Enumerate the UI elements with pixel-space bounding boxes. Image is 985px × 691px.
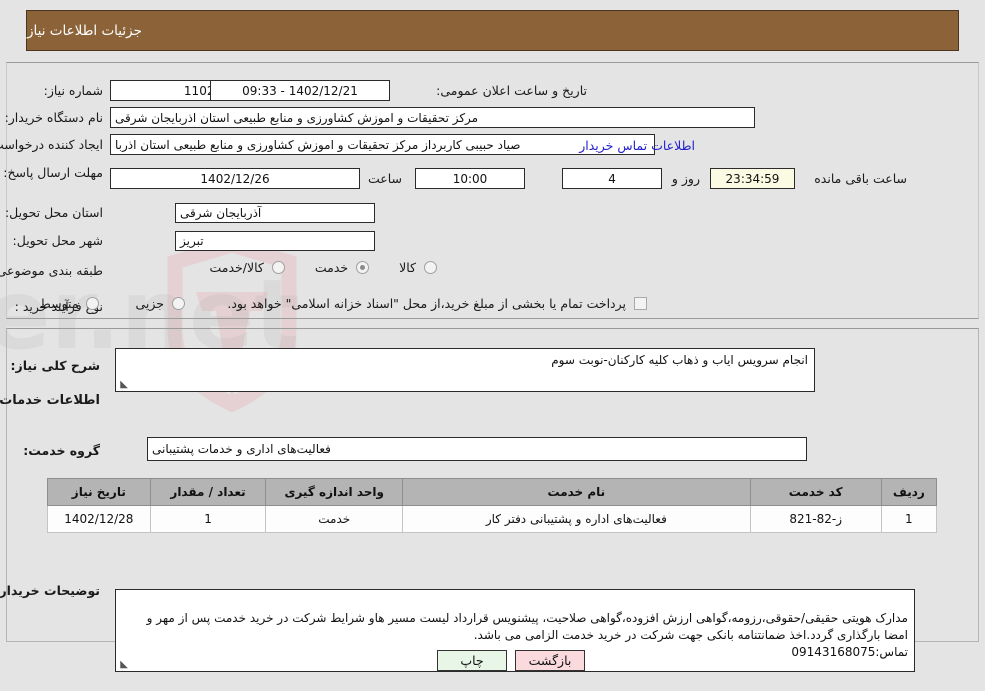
resize-grip-icon[interactable]: ◣ [118, 380, 128, 390]
hour-label: ساعت [367, 171, 402, 186]
th-code: کد خدمت [749, 478, 882, 506]
treasury-checkbox-label: پرداخت تمام یا بخشی از مبلغ خرید،از محل … [227, 296, 626, 311]
process-radio-1[interactable] [86, 297, 100, 310]
days-remaining-value: 4 [562, 168, 662, 189]
process-radio-0[interactable] [172, 297, 185, 310]
page-root: AriaTender.net جزئیات اطلاعات نیاز شماره… [0, 0, 985, 691]
treasury-checkbox[interactable] [634, 297, 647, 310]
need-summary-textarea[interactable]: انجام سرویس ایاب و ذهاب کلیه کارکنان-نوب… [115, 348, 815, 392]
province-value: آذربایجان شرقی [175, 203, 375, 223]
th-quantity: تعداد / مقدار [149, 478, 267, 506]
cell-quantity: 1 [149, 505, 267, 533]
service-group-label: گروه خدمت: [23, 443, 100, 458]
deadline-label: مهلت ارسال پاسخ: تا تاریخ: [0, 165, 103, 180]
table-header-row: ردیف کد خدمت نام خدمت واحد اندازه گیری ت… [47, 478, 938, 506]
countdown-label: ساعت باقی مانده [814, 171, 907, 186]
th-name: نام خدمت [402, 478, 751, 506]
city-value: تبریز [175, 231, 375, 251]
category-radio-group: کالا خدمت کالا/خدمت [209, 260, 437, 275]
requester-value: صیاد حبیبی کاربرداز مرکز تحقیقات و اموزش… [110, 134, 655, 155]
city-label: شهر محل تحویل: [12, 233, 103, 248]
cell-need-date: 1402/12/28 [47, 505, 151, 533]
category-label-1: خدمت [314, 260, 349, 275]
category-radio-0[interactable] [424, 261, 437, 274]
service-group-value: فعالیت‌های اداری و خدمات پشتیبانی [147, 437, 807, 461]
category-label-0: کالا [399, 260, 416, 275]
cell-code: ز-82-821 [749, 505, 882, 533]
print-button[interactable]: چاپ [437, 650, 507, 671]
need-number-label: شماره نیاز: [43, 83, 103, 98]
th-need-date: تاریخ نیاز [47, 478, 151, 506]
resize-grip-icon-2[interactable]: ◣ [118, 660, 128, 670]
province-label: استان محل تحویل: [4, 205, 103, 220]
deadline-date-value: 1402/12/26 [110, 168, 360, 189]
buyer-org-value: مرکز تحقیقات و اموزش کشاورزی و منابع طبی… [110, 107, 755, 128]
page-title: جزئیات اطلاعات نیاز [27, 22, 142, 39]
need-summary-value: انجام سرویس ایاب و ذهاب کلیه کارکنان-نوب… [551, 353, 808, 367]
process-label-1: متوسط [39, 296, 79, 311]
buyer-notes-label: توضیحات خریدار: [0, 583, 100, 598]
th-unit: واحد اندازه گیری [265, 478, 404, 506]
requester-label: ایجاد کننده درخواست: [0, 137, 103, 152]
process-radio-group: جزیی متوسط [39, 296, 185, 311]
process-label-0: جزیی [135, 296, 164, 311]
table-row: 1 ز-82-821 فعالیت‌های اداره و پشتیبانی د… [47, 505, 938, 533]
page-header: جزئیات اطلاعات نیاز [26, 10, 959, 51]
services-table: ردیف کد خدمت نام خدمت واحد اندازه گیری ت… [47, 478, 938, 533]
cell-radif: 1 [880, 505, 938, 533]
countdown-value: 23:34:59 [710, 168, 795, 189]
deadline-time-value: 10:00 [415, 168, 525, 189]
cell-name: فعالیت‌های اداره و پشتیبانی دفتر کار [402, 505, 751, 533]
cell-unit: خدمت [265, 505, 404, 533]
th-radif: ردیف [880, 478, 938, 506]
category-label: طبقه بندی موضوعی: [0, 263, 103, 278]
buyer-org-label: نام دستگاه خریدار: [4, 110, 103, 125]
services-section-title: اطلاعات خدمات مورد نیاز [0, 393, 100, 408]
category-radio-1[interactable] [356, 261, 370, 274]
category-radio-2[interactable] [271, 261, 285, 274]
buyer-contact-link[interactable]: اطلاعات تماس خریدار [579, 138, 695, 153]
back-button[interactable]: بازگشت [515, 650, 585, 671]
announce-datetime-label: تاریخ و ساعت اعلان عمومی: [436, 83, 587, 98]
category-label-2: کالا/خدمت [209, 260, 264, 275]
treasury-checkbox-row: پرداخت تمام یا بخشی از مبلغ خرید،از محل … [227, 296, 647, 311]
announce-datetime-value: 1402/12/21 - 09:33 [210, 80, 390, 101]
need-summary-label: شرح کلی نیاز: [10, 358, 100, 373]
days-label: روز و [671, 171, 700, 186]
